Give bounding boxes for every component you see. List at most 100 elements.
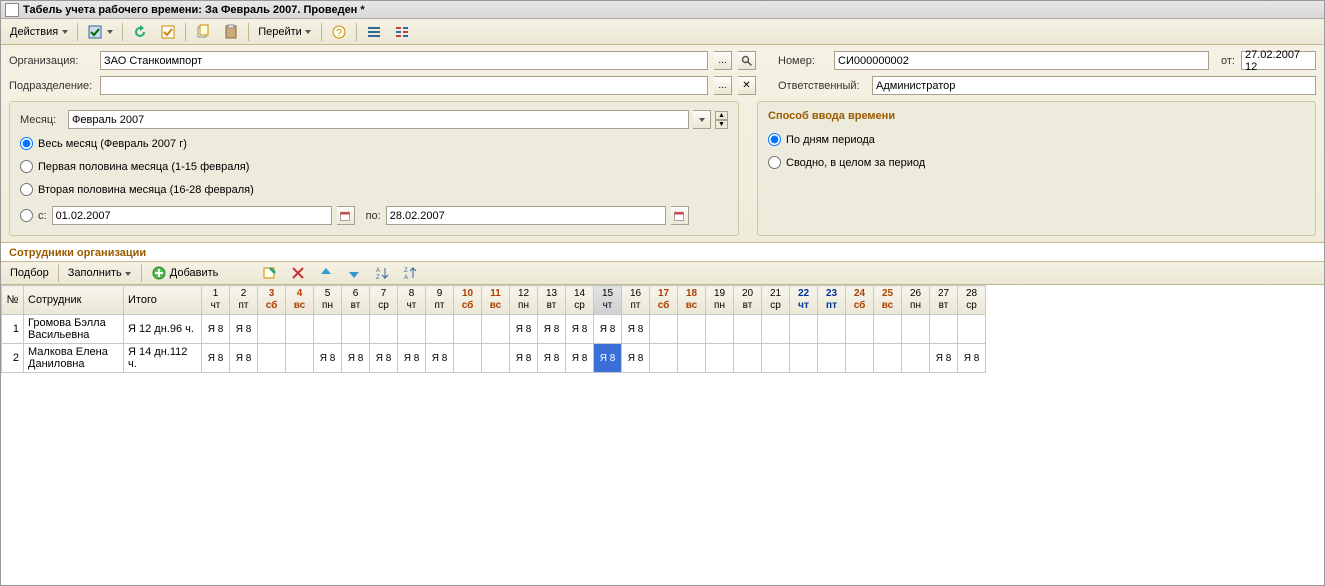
edit-row-button[interactable]	[257, 263, 283, 283]
help-button[interactable]: ?	[326, 22, 352, 42]
dept-select-button[interactable]: ...	[714, 76, 732, 95]
cell-day[interactable]: Я 8	[510, 344, 538, 373]
refresh-button[interactable]	[127, 22, 153, 42]
cell-day[interactable]	[258, 344, 286, 373]
cell-day[interactable]: Я 8	[230, 315, 258, 344]
fill-menu[interactable]: Заполнить	[63, 263, 137, 283]
timesheet-grid[interactable]: №СотрудникИтого1чт2пт3сб4вс5пн6вт7ср8чт9…	[1, 285, 986, 373]
radio-days[interactable]	[768, 133, 781, 146]
cell-day[interactable]: Я 8	[230, 344, 258, 373]
col-day-25[interactable]: 25вс	[874, 286, 902, 315]
date-to-calendar[interactable]	[671, 206, 689, 225]
org-select-button[interactable]: ...	[714, 51, 732, 70]
col-day-8[interactable]: 8чт	[398, 286, 426, 315]
cell-day[interactable]	[454, 315, 482, 344]
cell-day[interactable]: Я 8	[538, 344, 566, 373]
cell-day[interactable]	[902, 344, 930, 373]
cell-day[interactable]	[314, 315, 342, 344]
cell-day[interactable]: Я 8	[202, 315, 230, 344]
col-day-15[interactable]: 15чт	[594, 286, 622, 315]
repost-button[interactable]	[155, 22, 181, 42]
col-day-20[interactable]: 20вт	[734, 286, 762, 315]
table-row[interactable]: 2Малкова Елена ДаниловнаЯ 14 дн.112 ч.Я …	[2, 344, 986, 373]
cell-day[interactable]	[762, 315, 790, 344]
cell-day[interactable]: Я 8	[958, 344, 986, 373]
cell-day[interactable]	[398, 315, 426, 344]
col-day-9[interactable]: 9пт	[426, 286, 454, 315]
col-day-24[interactable]: 24сб	[846, 286, 874, 315]
cell-day[interactable]	[678, 344, 706, 373]
col-day-13[interactable]: 13вт	[538, 286, 566, 315]
period-opt-all[interactable]: Весь месяц (Февраль 2007 г)	[20, 137, 728, 150]
cell-day[interactable]: Я 8	[538, 315, 566, 344]
dept-clear-button[interactable]: ✕	[738, 76, 756, 95]
col-day-4[interactable]: 4вс	[286, 286, 314, 315]
delete-row-button[interactable]	[285, 263, 311, 283]
col-day-6[interactable]: 6вт	[342, 286, 370, 315]
col-day-26[interactable]: 26пн	[902, 286, 930, 315]
cell-day[interactable]	[818, 315, 846, 344]
resp-input[interactable]: Администратор	[872, 76, 1316, 95]
cell-day[interactable]: Я 8	[622, 315, 650, 344]
cell-day[interactable]	[370, 315, 398, 344]
cell-day[interactable]	[482, 344, 510, 373]
cell-day[interactable]	[426, 315, 454, 344]
col-day-22[interactable]: 22чт	[790, 286, 818, 315]
move-down-button[interactable]	[341, 263, 367, 283]
cell-num[interactable]: 1	[2, 315, 24, 344]
post-button[interactable]	[82, 22, 118, 42]
cell-day[interactable]	[454, 344, 482, 373]
list-view-button[interactable]	[361, 22, 387, 42]
cell-day[interactable]	[482, 315, 510, 344]
col-day-5[interactable]: 5пн	[314, 286, 342, 315]
month-input[interactable]: Февраль 2007	[68, 110, 689, 129]
col-day-10[interactable]: 10сб	[454, 286, 482, 315]
date-from-calendar[interactable]	[337, 206, 355, 225]
cell-day[interactable]	[286, 315, 314, 344]
cell-day[interactable]	[762, 344, 790, 373]
spin-down[interactable]: ▼	[715, 120, 728, 129]
dept-input[interactable]	[100, 76, 708, 95]
settings-button[interactable]	[389, 22, 415, 42]
from-date-input[interactable]: 27.02.2007 12	[1241, 51, 1316, 70]
radio-summary[interactable]	[768, 156, 781, 169]
cell-day[interactable]	[846, 315, 874, 344]
number-input[interactable]: СИ000000002	[834, 51, 1209, 70]
col-day-12[interactable]: 12пн	[510, 286, 538, 315]
cell-day[interactable]	[678, 315, 706, 344]
col-day-3[interactable]: 3сб	[258, 286, 286, 315]
col-day-28[interactable]: 28ср	[958, 286, 986, 315]
cell-day[interactable]: Я 8	[930, 344, 958, 373]
radio-range[interactable]	[20, 209, 33, 222]
period-opt-second[interactable]: Вторая половина месяца (16-28 февраля)	[20, 183, 728, 196]
spin-up[interactable]: ▲	[715, 111, 728, 120]
sort-desc-button[interactable]: ZA	[397, 263, 423, 283]
cell-day[interactable]	[650, 315, 678, 344]
cell-day[interactable]	[902, 315, 930, 344]
cell-day[interactable]	[258, 315, 286, 344]
cell-day[interactable]	[958, 315, 986, 344]
col-num[interactable]: №	[2, 286, 24, 315]
table-row[interactable]: 1Громова Бэлла ВасильевнаЯ 12 дн.96 ч.Я …	[2, 315, 986, 344]
col-day-14[interactable]: 14ср	[566, 286, 594, 315]
radio-all[interactable]	[20, 137, 33, 150]
date-to-input[interactable]: 28.02.2007	[386, 206, 666, 225]
cell-num[interactable]: 2	[2, 344, 24, 373]
radio-second[interactable]	[20, 183, 33, 196]
col-day-19[interactable]: 19пн	[706, 286, 734, 315]
cell-day[interactable]: Я 8	[370, 344, 398, 373]
actions-menu[interactable]: Действия	[5, 22, 73, 42]
cell-day[interactable]	[874, 315, 902, 344]
mode-opt-summary[interactable]: Сводно, в целом за период	[768, 156, 1305, 169]
copy-button[interactable]	[190, 22, 216, 42]
col-day-16[interactable]: 16пт	[622, 286, 650, 315]
cell-day[interactable]	[342, 315, 370, 344]
cell-day[interactable]	[790, 344, 818, 373]
cell-day[interactable]	[818, 344, 846, 373]
cell-day[interactable]: Я 8	[398, 344, 426, 373]
cell-day[interactable]: Я 8	[622, 344, 650, 373]
paste-button[interactable]	[218, 22, 244, 42]
grid-area[interactable]: №СотрудникИтого1чт2пт3сб4вс5пн6вт7ср8чт9…	[1, 285, 1324, 585]
col-total[interactable]: Итого	[124, 286, 202, 315]
cell-employee[interactable]: Громова Бэлла Васильевна	[24, 315, 124, 344]
